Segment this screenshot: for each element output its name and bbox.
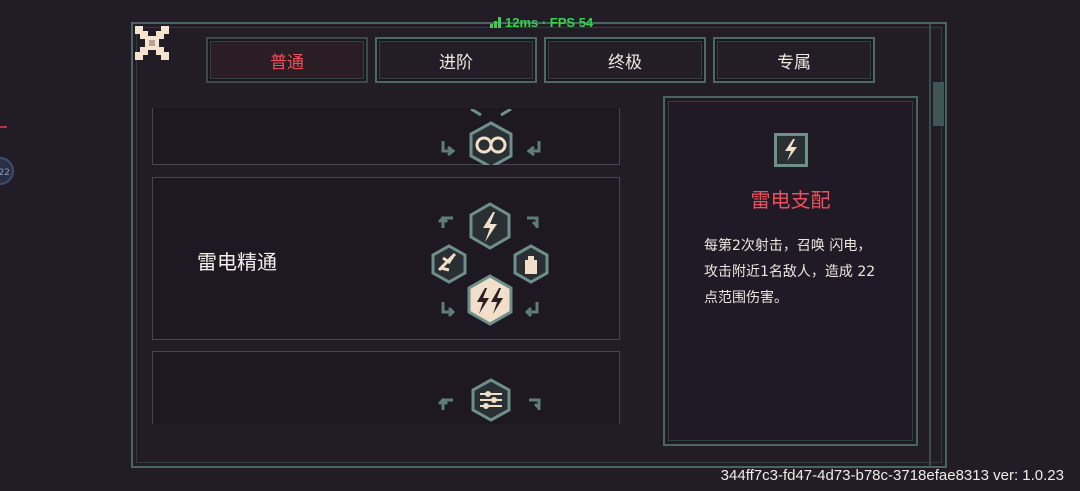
skill-card[interactable] (152, 108, 620, 165)
skill-detail-description: 每第2次射击，召唤 闪电，攻击附近1名敌人，造成 22 点范围伤害。 (704, 238, 876, 306)
edge-marker (0, 126, 7, 128)
tab-bar: 普通 进阶 终极 专属 (206, 37, 875, 83)
arrows-icon (480, 391, 502, 409)
skill-tree-icon (441, 109, 541, 165)
skill-detail-title: 雷电支配 (750, 188, 831, 212)
skill-tree-icon (437, 378, 541, 422)
fps-indicator: 12ms · FPS 54 (490, 15, 593, 30)
lightning-icon (774, 133, 808, 167)
tab-advanced[interactable]: 进阶 (375, 37, 537, 83)
tab-normal[interactable]: 普通 (206, 37, 368, 83)
fps-text: 12ms · FPS 54 (505, 15, 594, 30)
skill-list[interactable]: 雷电精通 (152, 108, 622, 424)
tab-exclusive[interactable]: 专属 (713, 37, 875, 83)
side-badge[interactable]: 22 (0, 157, 14, 185)
version-label: 344ff7c3-fd47-4d73-b78c-3718efae8313 ver… (720, 467, 1064, 484)
skill-card-name: 雷电精通 (197, 250, 277, 274)
skill-card[interactable]: 雷电精通 (152, 177, 620, 340)
signal-icon (490, 17, 501, 28)
close-icon[interactable] (135, 26, 169, 60)
tab-ultimate[interactable]: 终极 (544, 37, 706, 83)
skill-tree-icon (431, 202, 549, 326)
skill-card[interactable] (152, 351, 620, 424)
scrollbar-thumb[interactable] (933, 82, 944, 126)
